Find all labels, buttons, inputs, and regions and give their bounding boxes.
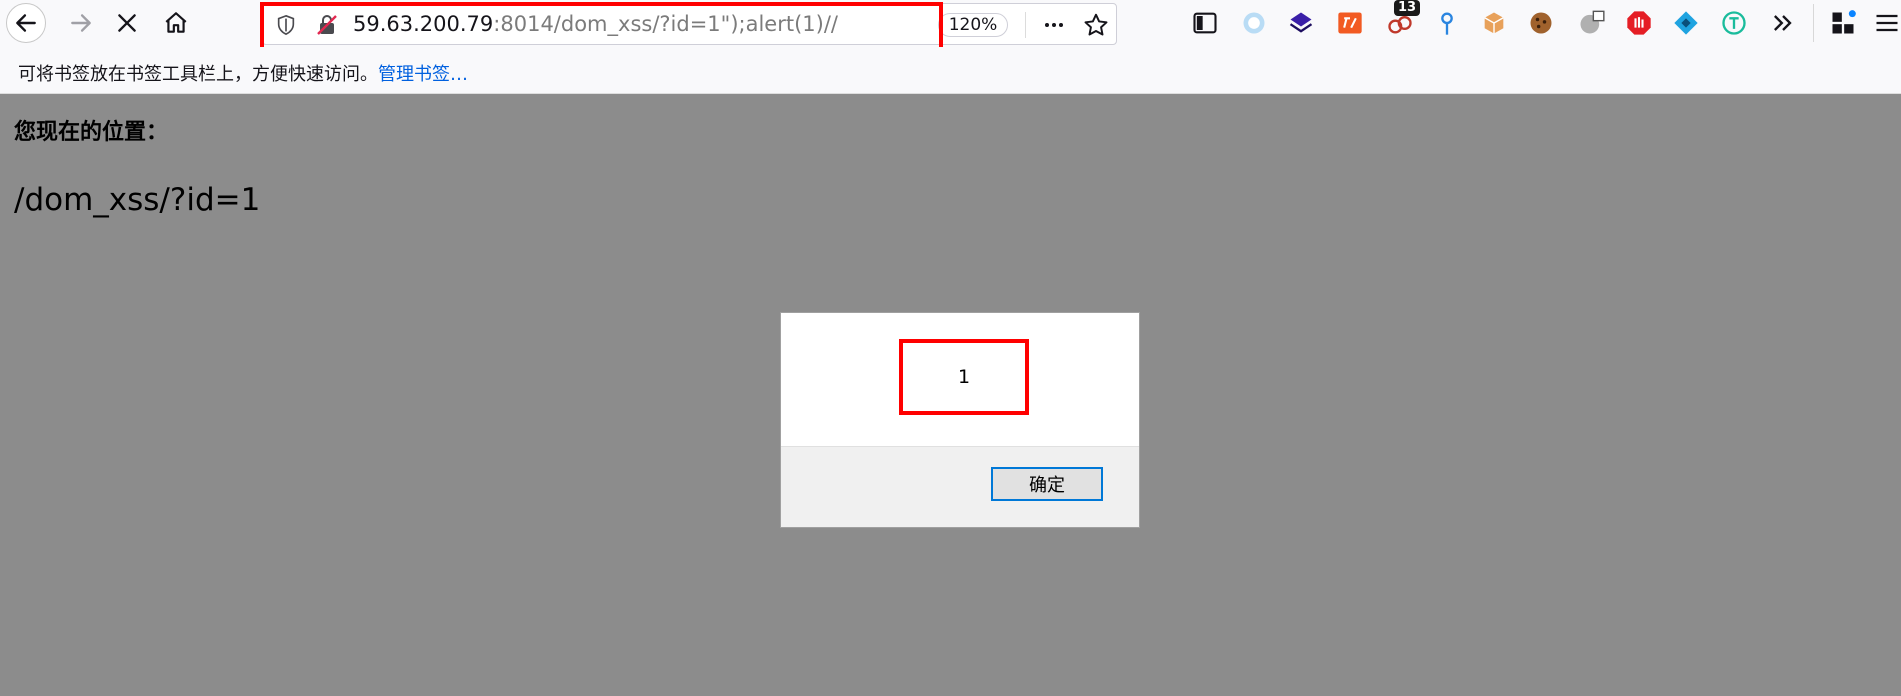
reader-extension-icon[interactable] (1576, 8, 1606, 38)
t-extension-icon[interactable] (1719, 8, 1749, 38)
forward-arrow-icon (71, 14, 91, 32)
toolbar-separator (1813, 4, 1814, 42)
ok-button[interactable]: 确定 (991, 467, 1103, 501)
bookmarks-toolbar: 可将书签放在书签工具栏上，方便快速访问。 管理书签… (0, 47, 1901, 94)
adblock-extension-icon[interactable] (1624, 8, 1654, 38)
diamond-extension-icon[interactable] (1671, 8, 1701, 38)
home-icon (165, 12, 187, 33)
browser-toolbar: 59.63.200.79:8014/dom_xss/?id=1");alert(… (0, 0, 1901, 58)
stop-button[interactable] (107, 3, 147, 43)
back-arrow-icon (16, 14, 36, 32)
translate-extension-icon[interactable] (1335, 8, 1365, 38)
url-separator (1025, 12, 1026, 38)
page-actions-icon[interactable] (1041, 12, 1067, 38)
alert-footer: 确定 (781, 446, 1139, 527)
forward-button[interactable] (61, 3, 101, 43)
alert-dialog: 1 确定 (780, 312, 1140, 528)
alert-message: 1 (899, 339, 1029, 415)
stop-icon (118, 14, 136, 32)
cube-extension-icon[interactable] (1479, 8, 1509, 38)
extensions-icon[interactable] (1828, 8, 1858, 38)
current-path: /dom_xss/?id=1 (14, 182, 261, 218)
overflow-chevron-icon[interactable] (1768, 8, 1798, 38)
location-label: 您现在的位置： (14, 120, 169, 145)
zoom-level-badge[interactable]: 120% (938, 13, 1008, 37)
circle-extension-icon[interactable] (1239, 8, 1269, 38)
bookmarks-hint: 可将书签放在书签工具栏上，方便快速访问。 (18, 64, 378, 85)
layers-extension-icon[interactable] (1286, 8, 1316, 38)
sidebar-icon[interactable] (1190, 8, 1220, 38)
menu-hamburger-icon[interactable] (1872, 8, 1901, 38)
pin-extension-icon[interactable] (1432, 8, 1462, 38)
back-button[interactable] (6, 3, 46, 43)
extension-badge-count: 13 (1394, 0, 1421, 16)
manage-bookmarks-link[interactable]: 管理书签… (378, 60, 468, 86)
home-button[interactable] (156, 3, 196, 43)
bookmark-star-icon[interactable] (1083, 12, 1109, 38)
cookie-extension-icon[interactable] (1526, 8, 1556, 38)
